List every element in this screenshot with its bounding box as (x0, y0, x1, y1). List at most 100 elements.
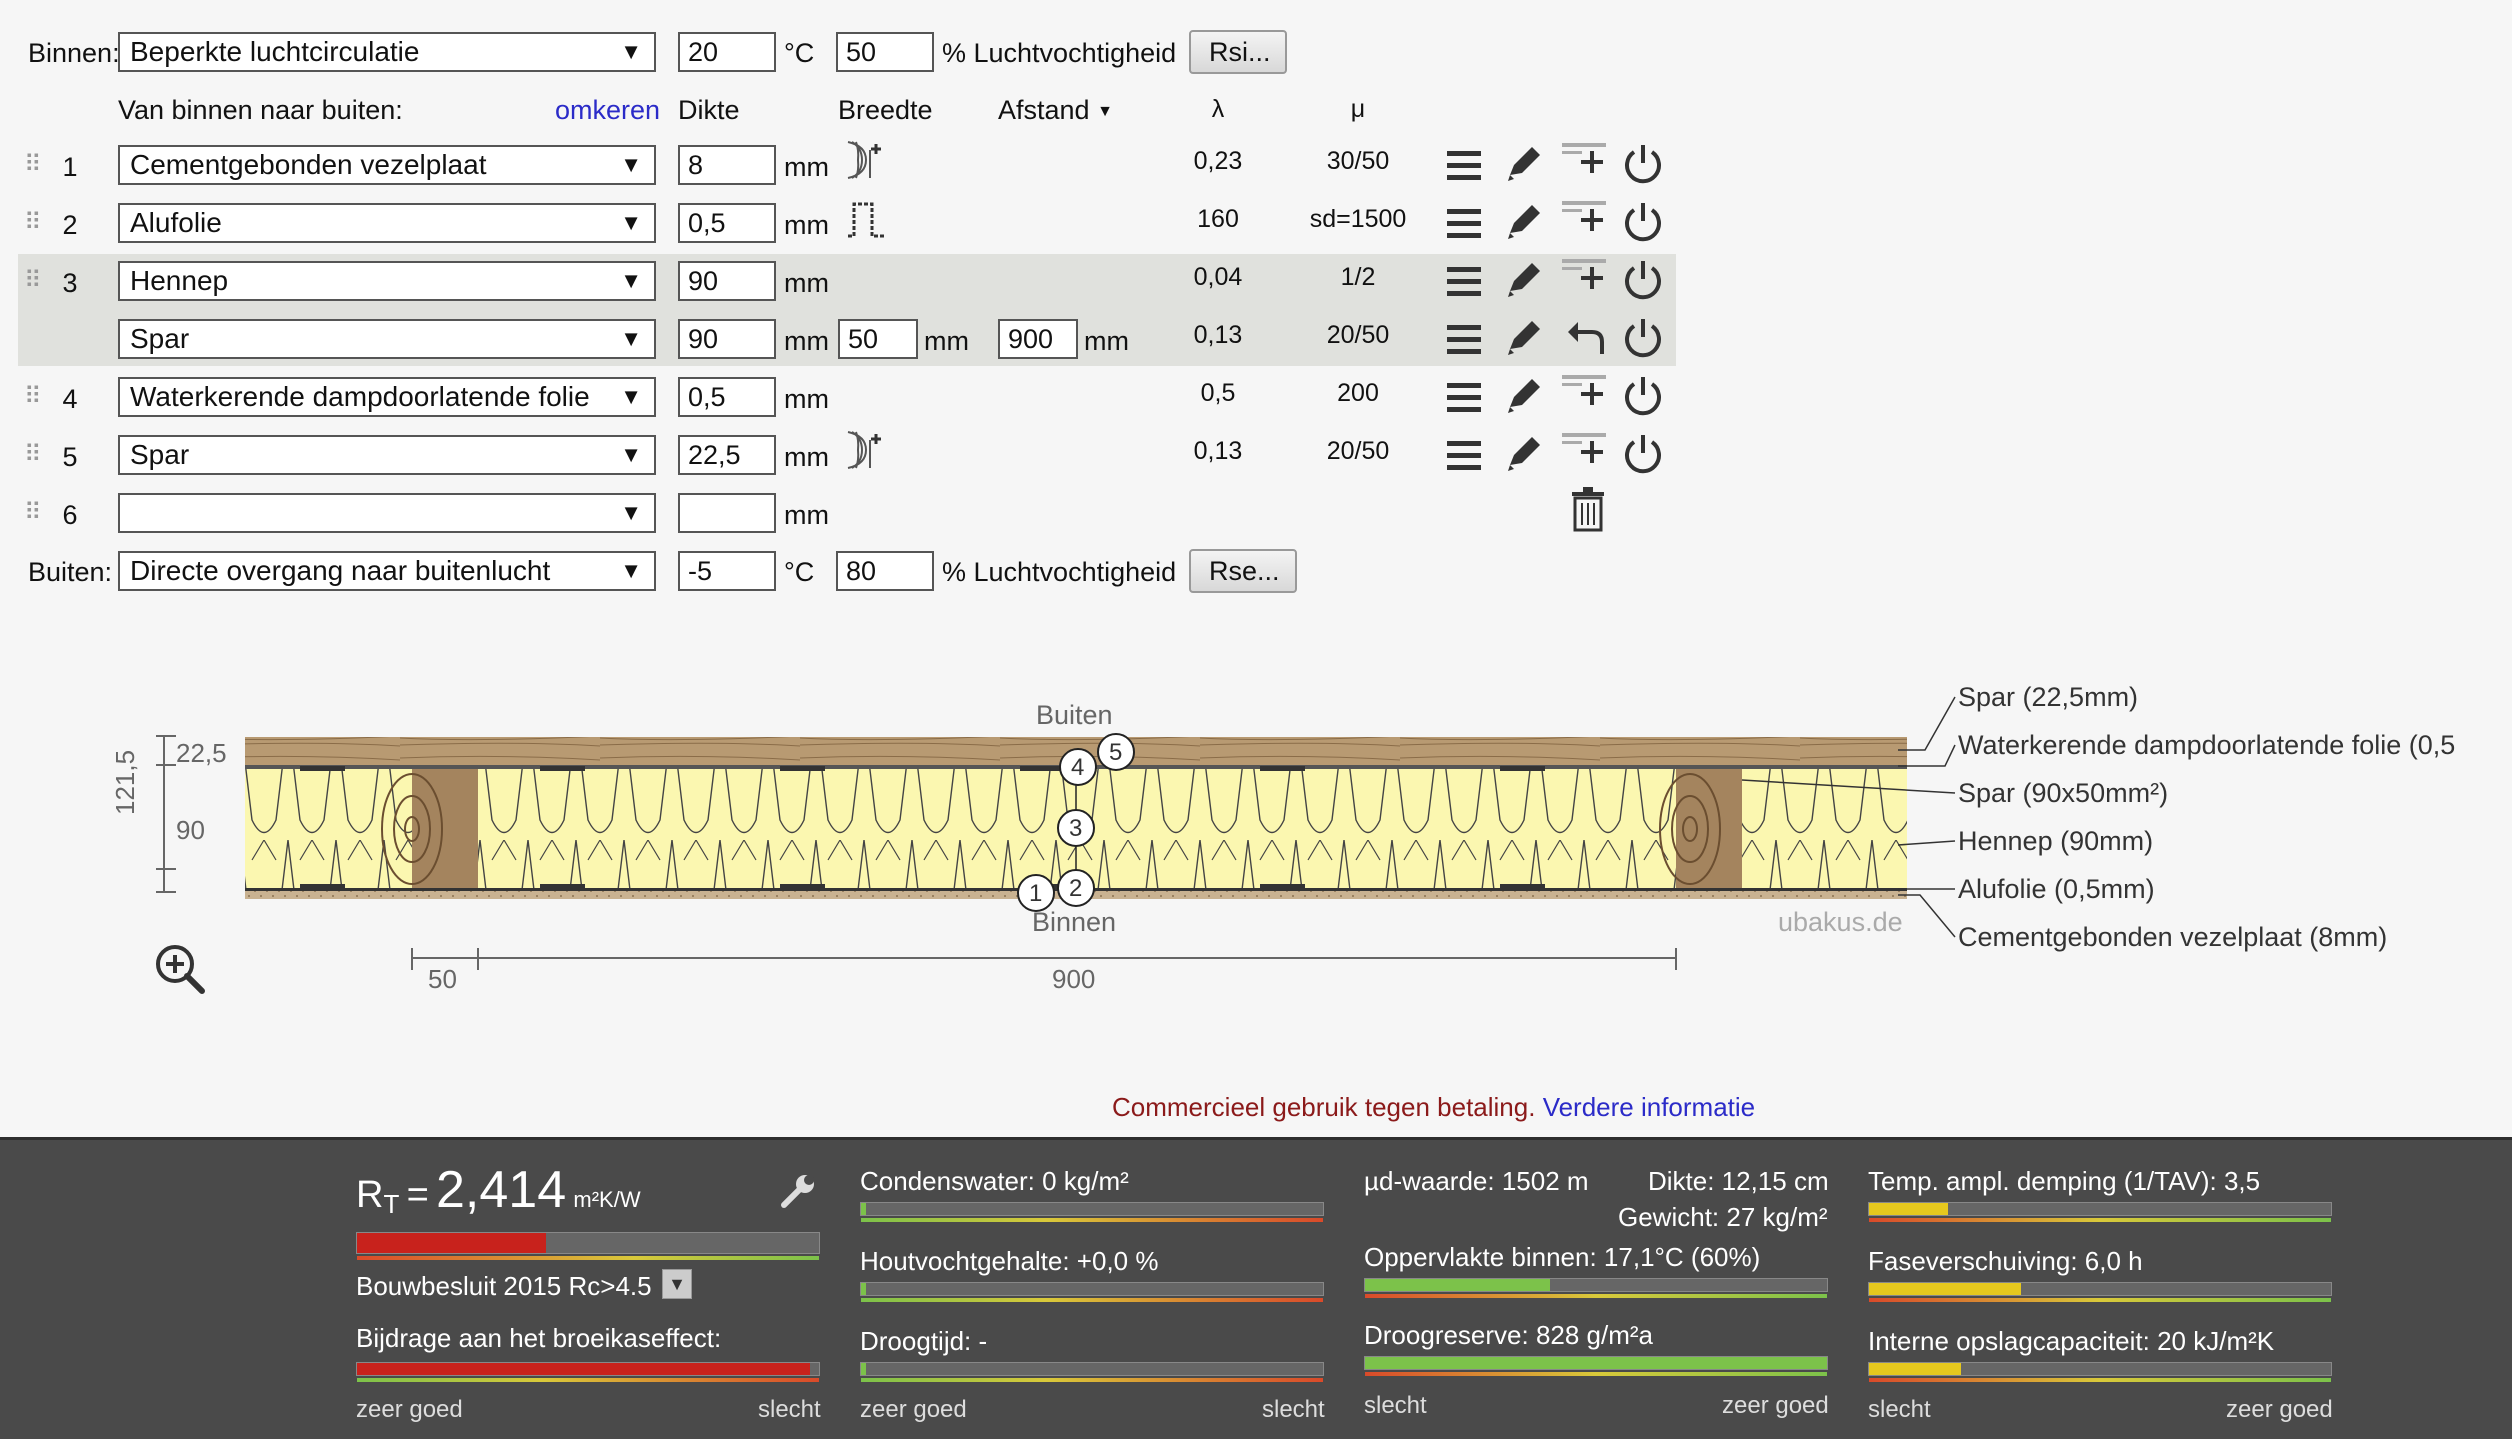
commercial-notice: Commercieel gebruik tegen betaling. Verd… (1112, 1092, 1755, 1123)
greenhouse-bar-fill (357, 1363, 810, 1375)
results-panel: RT = 2,414 m²K/W Bouwbesluit 2015 Rc>4.5… (0, 1137, 2512, 1439)
menu-icon[interactable] (1447, 325, 1481, 354)
dimension-width-label: 50 (428, 964, 457, 994)
menu-icon[interactable] (1447, 151, 1481, 180)
rt-unit: m²K/W (573, 1187, 641, 1212)
phase-shift-label: Faseverschuiving: 6,0 h (1868, 1246, 2143, 1276)
watermark: ubakus.de (1778, 907, 1903, 937)
scale-good-label: zeer goed (860, 1396, 967, 1423)
drying-time-bar (860, 1362, 1324, 1382)
wrench-icon[interactable] (778, 1171, 818, 1211)
outside-condition-value: Directe overgang naar buitenlucht (130, 555, 551, 586)
condensate-label: Condenswater: 0 kg/m² (860, 1166, 1129, 1196)
rt-bar-fill (357, 1233, 547, 1253)
more-info-link[interactable]: Verdere informatie (1543, 1092, 1755, 1122)
scale-good-label: zeer goed (2226, 1396, 2333, 1423)
legend-item: Spar (22,5mm) (1958, 682, 2139, 712)
marker-2: 2 (1069, 875, 1083, 902)
menu-icon[interactable] (1447, 441, 1481, 470)
scale-good-label: zeer goed (356, 1396, 463, 1423)
dimension-vertical (156, 735, 176, 893)
drying-reserve-bar-fill (1365, 1357, 1827, 1369)
dimension-total-label: 121,5 (110, 749, 140, 815)
rt-equals: = (406, 1174, 429, 1216)
power-icon[interactable] (1625, 143, 1661, 184)
storage-capacity-bar-fill (1869, 1363, 1962, 1375)
drying-time-label: Droogtijd: - (860, 1326, 988, 1356)
weight-label: Gewicht: 27 kg/m² (1618, 1202, 1828, 1232)
standard-dropdown-button[interactable]: ▼ (662, 1269, 692, 1299)
power-icon[interactable] (1625, 375, 1661, 416)
add-layer-icon[interactable] (1560, 199, 1608, 233)
pencil-icon[interactable] (1508, 379, 1540, 413)
drying-reserve-bar (1364, 1356, 1828, 1376)
surface-inside-label: Oppervlakte binnen: 17,1°C (60%) (1364, 1242, 1761, 1272)
rt-display: RT = 2,414 m²K/W (356, 1160, 641, 1220)
rt-symbol: R (356, 1174, 384, 1216)
menu-icon[interactable] (1447, 267, 1481, 296)
pencil-icon[interactable] (1508, 321, 1540, 355)
outside-temp-unit: °C (784, 557, 815, 587)
rt-subscript: T (383, 1189, 400, 1220)
undo-icon[interactable] (1566, 320, 1604, 356)
legend-item: Waterkerende dampdoorlatende folie (0,5 (1958, 730, 2456, 760)
commercial-notice-text: Commercieel gebruik tegen betaling. (1112, 1092, 1536, 1122)
pencil-icon[interactable] (1508, 205, 1540, 239)
add-layer-icon[interactable] (1560, 431, 1608, 465)
rt-bar (356, 1232, 820, 1260)
marker-4: 4 (1071, 754, 1085, 781)
temp-damping-bar-fill (1869, 1203, 1948, 1215)
dimension-top-label: 22,5 (176, 738, 227, 768)
rt-value: 2,414 (436, 1161, 567, 1219)
scale-bad-label: slecht (1262, 1396, 1325, 1423)
power-icon[interactable] (1625, 317, 1661, 358)
scale-bad-label: slecht (1364, 1392, 1427, 1419)
dimension-spacing-label: 900 (1052, 964, 1096, 994)
sd-value-label: µd-waarde: 1502 m (1364, 1166, 1589, 1196)
diagram-outside-label: Buiten (1036, 700, 1113, 730)
standard-label: Bouwbesluit 2015 Rc>4.5 (356, 1271, 652, 1301)
scale-bad-label: slecht (758, 1396, 821, 1423)
thickness-label: Dikte: 12,15 cm (1648, 1166, 1829, 1196)
greenhouse-label: Bijdrage aan het broeikaseffect: (356, 1323, 722, 1353)
diagram-inside-label: Binnen (1032, 907, 1117, 937)
menu-icon[interactable] (1447, 209, 1481, 238)
pencil-icon[interactable] (1508, 263, 1540, 297)
phase-shift-bar (1868, 1282, 2332, 1302)
trash-icon[interactable] (1572, 487, 1604, 532)
phase-shift-bar-fill (1869, 1283, 2022, 1295)
surface-inside-bar (1364, 1278, 1828, 1298)
chevron-down-icon: ▼ (620, 558, 642, 583)
marker-1: 1 (1029, 880, 1043, 907)
outside-temperature-input[interactable]: -5 (678, 551, 776, 591)
row-action-icons (1447, 141, 1661, 532)
power-icon[interactable] (1625, 259, 1661, 300)
pencil-icon[interactable] (1508, 147, 1540, 181)
marker-3: 3 (1069, 815, 1083, 842)
menu-icon[interactable] (1447, 383, 1481, 412)
wood-moisture-bar (860, 1282, 1324, 1302)
add-layer-icon[interactable] (1560, 141, 1608, 175)
power-icon[interactable] (1625, 433, 1661, 474)
wood-moisture-bar-fill (861, 1283, 866, 1295)
dimension-horizontal (411, 948, 1677, 970)
condensate-bar (860, 1202, 1324, 1222)
greenhouse-bar (356, 1362, 820, 1382)
legend-item: Hennep (90mm) (1958, 826, 2154, 856)
add-layer-icon[interactable] (1560, 257, 1608, 291)
add-layer-icon[interactable] (1560, 373, 1608, 407)
scale-good-label: zeer goed (1722, 1392, 1829, 1419)
marker-5: 5 (1109, 739, 1123, 766)
power-icon[interactable] (1625, 201, 1661, 242)
outside-condition-select[interactable]: Directe overgang naar buitenlucht ▼ (118, 551, 656, 591)
outside-humidity-input[interactable]: 80 (836, 551, 934, 591)
rse-button[interactable]: Rse... (1189, 549, 1297, 593)
storage-capacity-label: Interne opslagcapaciteit: 20 kJ/m²K (1868, 1326, 2275, 1356)
drying-reserve-label: Droogreserve: 828 g/m²a (1364, 1320, 1654, 1350)
dimension-insulation-label: 90 (176, 815, 205, 845)
condensate-bar-fill (861, 1203, 866, 1215)
legend-item: Spar (90x50mm²) (1958, 778, 2169, 808)
pencil-icon[interactable] (1508, 437, 1540, 471)
wood-moisture-label: Houtvochtgehalte: +0,0 % (860, 1246, 1159, 1276)
zoom-in-icon[interactable] (154, 943, 206, 995)
